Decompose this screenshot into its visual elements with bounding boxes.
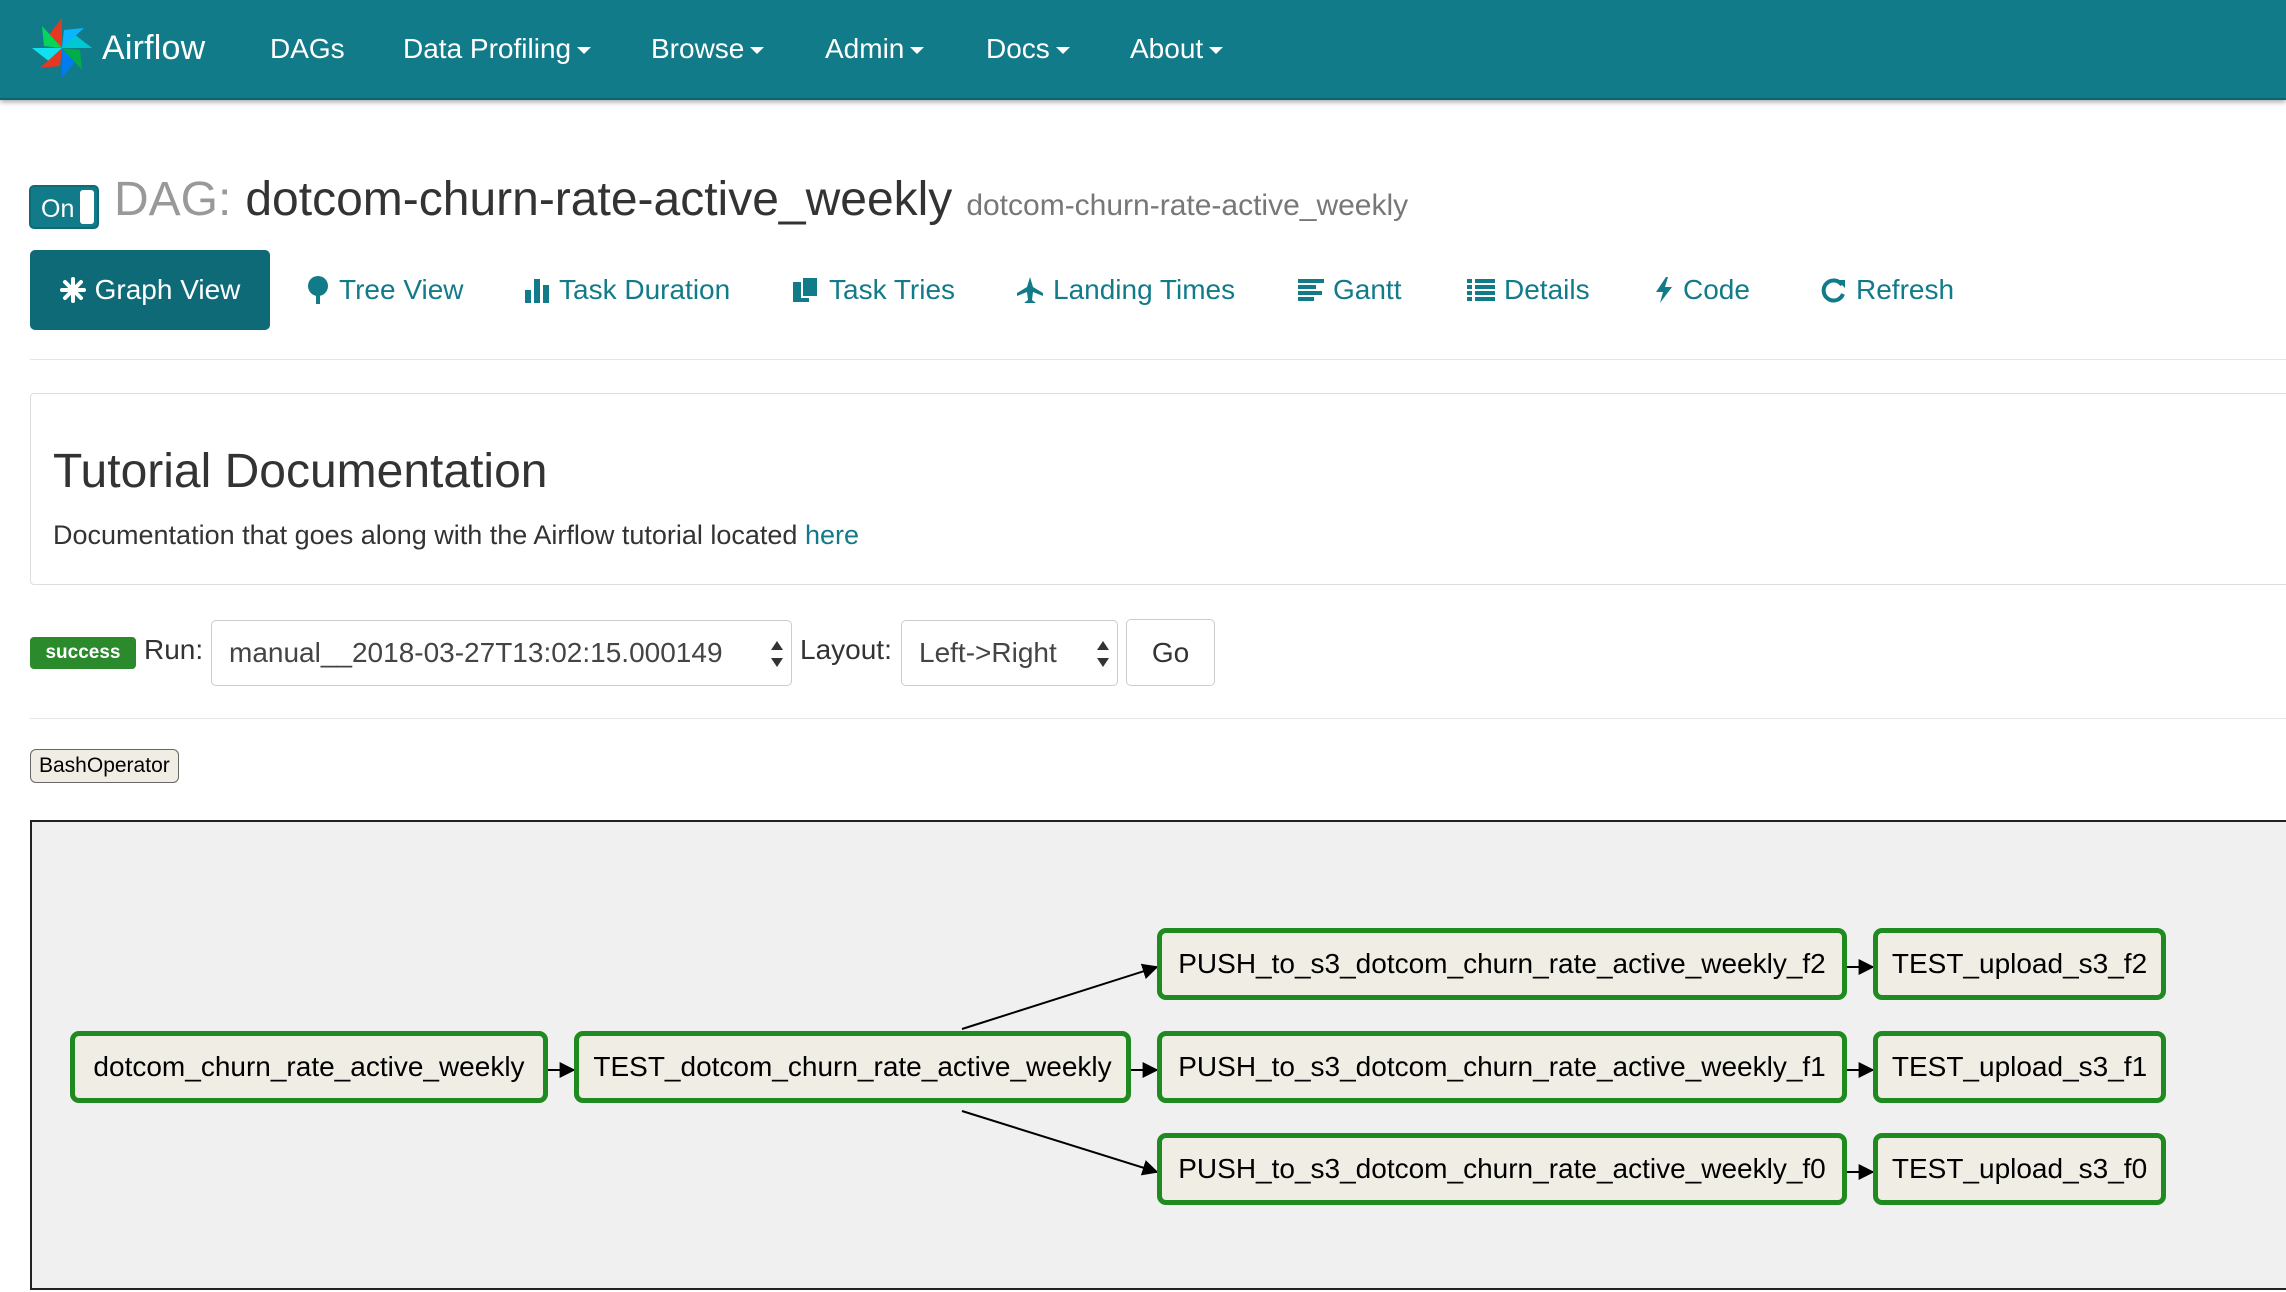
tab-task-duration-label: Task Duration — [559, 274, 731, 305]
task-node-push-to-s3-f2[interactable]: PUSH_to_s3_dotcom_churn_rate_active_week… — [1157, 928, 1847, 1000]
divider — [30, 359, 2286, 360]
tab-code-label: Code — [1683, 274, 1750, 305]
tab-task-tries-label: Task Tries — [829, 274, 956, 305]
toggle-knob — [80, 190, 94, 224]
tab-graph-view-label: Graph View — [94, 274, 241, 305]
task-node-push-to-s3-f1[interactable]: PUSH_to_s3_dotcom_churn_rate_active_week… — [1157, 1031, 1847, 1103]
top-navbar: Airflow DAGs Data Profiling Browse Admin… — [0, 0, 2286, 100]
doc-text-body: Documentation that goes along with the A… — [53, 520, 805, 550]
caret-down-icon — [910, 46, 925, 54]
dag-prefix: DAG: — [114, 173, 232, 226]
nav-dags[interactable]: DAGs — [270, 26, 345, 72]
align-left-icon — [1298, 278, 1324, 302]
tab-refresh[interactable]: Refresh — [1819, 250, 1954, 330]
tab-tree-view[interactable]: Tree View — [306, 250, 464, 330]
caret-down-icon — [1209, 46, 1224, 54]
operator-legend-bashoperator: BashOperator — [30, 749, 179, 783]
dag-subtitle: dotcom-churn-rate-active_weekly — [966, 189, 1409, 222]
edge-test-to-push-f0 — [961, 1110, 1159, 1176]
run-select[interactable]: manual__2018-03-27T13:02:15.000149 — [211, 620, 792, 686]
tree-icon — [306, 276, 330, 304]
graph-view-canvas[interactable]: dotcom_churn_rate_active_weekly TEST_dot… — [30, 820, 2286, 1290]
bar-chart-icon — [524, 277, 550, 303]
dag-title: DAG: dotcom-churn-rate-active_weekly dot… — [114, 172, 1408, 227]
task-node-test-dotcom-churn-rate-active-weekly[interactable]: TEST_dotcom_churn_rate_active_weekly — [574, 1031, 1131, 1103]
toggle-label: On — [41, 195, 75, 223]
select-arrows-icon — [1097, 641, 1109, 667]
dag-pause-toggle[interactable]: On — [29, 185, 99, 229]
tab-refresh-label: Refresh — [1856, 274, 1955, 305]
doc-text: Documentation that goes along with the A… — [53, 520, 859, 551]
doc-title: Tutorial Documentation — [53, 445, 548, 498]
tab-details-label: Details — [1504, 274, 1590, 305]
nav-data-profiling[interactable]: Data Profiling — [403, 26, 592, 72]
tab-tree-view-label: Tree View — [339, 274, 464, 305]
airflow-pinwheel-logo — [30, 16, 94, 80]
tab-gantt-label: Gantt — [1333, 274, 1402, 305]
duplicate-icon — [792, 276, 820, 304]
nav-admin[interactable]: Admin — [825, 26, 925, 72]
caret-down-icon — [1055, 46, 1070, 54]
go-button[interactable]: Go — [1126, 619, 1215, 686]
task-node-push-to-s3-f0[interactable]: PUSH_to_s3_dotcom_churn_rate_active_week… — [1157, 1133, 1847, 1205]
run-state-badge: success — [30, 637, 136, 669]
tab-task-tries[interactable]: Task Tries — [792, 250, 955, 330]
brand-link[interactable]: Airflow — [30, 14, 205, 82]
nav-docs-label: Docs — [986, 33, 1050, 64]
layout-select-value: Left->Right — [919, 637, 1057, 668]
tab-details[interactable]: Details — [1467, 250, 1590, 330]
caret-down-icon — [750, 46, 765, 54]
task-node-test-upload-s3-f2[interactable]: TEST_upload_s3_f2 — [1873, 928, 2166, 1000]
layout-label: Layout: — [800, 634, 892, 665]
refresh-icon — [1819, 276, 1847, 304]
nav-docs[interactable]: Docs — [986, 26, 1070, 72]
caret-down-icon — [577, 46, 592, 54]
nav-data-profiling-label: Data Profiling — [403, 33, 572, 64]
flash-icon — [1654, 276, 1674, 304]
tab-landing-times-label: Landing Times — [1053, 274, 1236, 305]
nav-about-label: About — [1130, 33, 1204, 64]
plane-icon — [1016, 276, 1044, 304]
tab-gantt[interactable]: Gantt — [1298, 250, 1401, 330]
task-node-dotcom-churn-rate-active-weekly[interactable]: dotcom_churn_rate_active_weekly — [70, 1031, 548, 1103]
brand-text: Airflow — [102, 28, 206, 67]
run-select-value: manual__2018-03-27T13:02:15.000149 — [229, 637, 723, 668]
nav-about[interactable]: About — [1130, 26, 1224, 72]
nav-admin-label: Admin — [825, 33, 905, 64]
select-arrows-icon — [771, 641, 783, 667]
doc-here-link[interactable]: here — [805, 520, 859, 550]
list-icon — [1467, 278, 1495, 302]
tab-task-duration[interactable]: Task Duration — [524, 250, 730, 330]
divider — [30, 718, 2286, 719]
tab-graph-view[interactable]: Graph View — [30, 250, 270, 330]
task-node-test-upload-s3-f0[interactable]: TEST_upload_s3_f0 — [1873, 1133, 2166, 1205]
edge-test-to-push-f2 — [961, 963, 1159, 1030]
nav-dags-label: DAGs — [270, 33, 345, 64]
task-node-test-upload-s3-f1[interactable]: TEST_upload_s3_f1 — [1873, 1031, 2166, 1103]
nav-browse-label: Browse — [651, 33, 745, 64]
layout-select[interactable]: Left->Right — [901, 620, 1118, 686]
tab-landing-times[interactable]: Landing Times — [1016, 250, 1235, 330]
asterisk-icon — [59, 277, 86, 303]
nav-browse[interactable]: Browse — [651, 26, 765, 72]
dag-documentation-panel: Tutorial Documentation Documentation tha… — [30, 393, 2286, 585]
run-label: Run: — [144, 634, 204, 665]
tab-code[interactable]: Code — [1654, 250, 1750, 330]
dag-name: dotcom-churn-rate-active_weekly — [245, 173, 953, 226]
